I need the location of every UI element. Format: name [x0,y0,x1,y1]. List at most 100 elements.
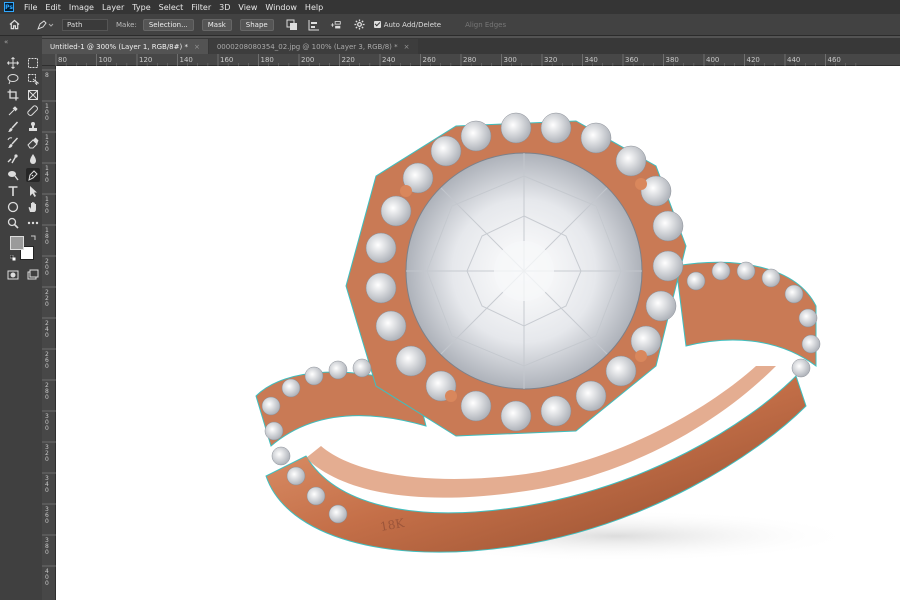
menu-help[interactable]: Help [301,3,327,12]
menu-bar: Ps File Edit Image Layer Type Select Fil… [0,0,900,14]
dodge-tool-icon[interactable] [6,168,20,182]
ruler-tick-label: 260 [45,351,49,370]
quick-mask-icon[interactable] [6,268,20,282]
selection-button[interactable]: Selection... [142,18,194,31]
ruler-tick-label: 320 [544,56,557,64]
eyedropper-tool-icon[interactable] [6,104,20,118]
menu-filter[interactable]: Filter [187,3,215,12]
ruler-tick-label: 80 [58,56,67,64]
hand-tool-icon[interactable] [26,200,40,214]
auto-add-delete-option[interactable]: Auto Add/Delete [373,20,442,29]
object-selection-tool-icon[interactable] [26,72,40,86]
auto-add-delete-checkbox[interactable] [373,21,381,28]
auto-add-delete-label: Auto Add/Delete [383,20,442,29]
menu-3d[interactable]: 3D [215,3,234,12]
menu-image[interactable]: Image [65,3,98,12]
zoom-tool-icon[interactable] [6,216,20,230]
ruler-tick-label: 380 [45,537,49,556]
close-icon[interactable]: × [194,43,200,51]
marquee-tool-icon[interactable] [26,56,40,70]
ruler-tick-label: 8 [45,72,49,79]
mode-select[interactable]: Path [62,18,108,31]
pen-tool-preset-icon[interactable] [36,19,48,31]
crop-tool-icon[interactable] [6,88,20,102]
path-operations-icon[interactable] [286,19,298,31]
options-bar: Path Make: Selection... Mask Shape Auto … [0,14,900,36]
home-icon[interactable] [8,19,20,31]
gradient-tool-icon[interactable] [6,152,20,166]
ruler-tick-label: 440 [787,56,800,64]
color-swatches [8,234,36,264]
horizontal-ruler[interactable]: 80 100 120 140 160 180 200 220 240 260 280 300 320 34… [42,54,900,66]
frame-tool-icon[interactable] [26,88,40,102]
ruler-tick-label: 380 [666,56,679,64]
ruler-tick-label: 160 [220,56,233,64]
pen-tool-icon[interactable] [26,168,40,182]
ruler-tick-label: 180 [45,227,49,246]
screen-mode-icon[interactable] [26,268,40,282]
close-icon[interactable]: × [404,43,410,51]
ruler-v-ticks: 8 1 0 0 1 2 0 1 4 0 1 6 0 1 8 0 2 0 0 2 2 0 2 4 0 2 6 0 2 8 0 3 0 0 3 2 0 3 4 0… [42,69,56,587]
history-brush-tool-icon[interactable] [6,136,20,150]
ruler-tick-label: 220 [45,289,49,308]
foreground-color-swatch[interactable] [10,236,24,250]
healing-brush-tool-icon[interactable] [26,104,40,118]
ruler-h-ticks: 80 100 120 140 160 180 200 220 240 260 280 300 320 34… [55,54,857,66]
ruler-tick-label: 240 [45,320,49,339]
align-edges-option: Align Edges [465,20,507,29]
collapse-panel-icon[interactable]: « [4,38,8,46]
gear-icon[interactable] [354,19,366,31]
tab-ring-jpg[interactable]: 0000208080354_02.jpg @ 100% (Layer 3, RG… [208,39,418,54]
swap-colors-icon[interactable] [30,234,36,240]
path-alignment-icon[interactable] [308,19,320,31]
mask-button[interactable]: Mask [201,18,232,31]
ruler-tick-label: 420 [747,56,760,64]
photoshop-logo: Ps [4,2,14,12]
ruler-tick-label: 340 [585,56,598,64]
ruler-tick-label: 120 [139,56,152,64]
shape-button[interactable]: Shape [239,18,274,31]
ruler-tick-label: 140 [180,56,193,64]
menu-file[interactable]: File [20,3,41,12]
tab-title: 0000208080354_02.jpg @ 100% (Layer 3, RG… [216,42,398,51]
menu-edit[interactable]: Edit [41,3,65,12]
default-colors-icon[interactable] [9,254,16,261]
brush-tool-icon[interactable] [6,120,20,134]
tab-title: Untitled-1 @ 300% (Layer 1, RGB/8#) * [50,42,188,51]
ruler-tick-label: 140 [45,165,49,184]
ring-image: 18K [255,112,856,562]
ruler-tick-label: 180 [261,56,274,64]
menu-window[interactable]: Window [261,3,301,12]
blur-tool-icon[interactable] [26,152,40,166]
ruler-tick-label: 360 [625,56,638,64]
menu-layer[interactable]: Layer [98,3,128,12]
document-canvas[interactable]: 18K [56,66,900,600]
ruler-tick-label: 200 [45,258,49,277]
ruler-tick-label: 320 [45,444,49,463]
ruler-tick-label: 280 [45,382,49,401]
path-arrangement-icon[interactable] [330,19,342,31]
lasso-tool-icon[interactable] [6,72,20,86]
vertical-ruler[interactable]: 8 100 120 140 160 180 200 220 240 260 280 300 320 340… [42,66,56,600]
type-tool-icon[interactable] [6,184,20,198]
document-tabs: Untitled-1 @ 300% (Layer 1, RGB/8#) * × … [42,38,900,54]
clone-stamp-tool-icon[interactable] [26,120,40,134]
ruler-tick-label: 300 [45,413,49,432]
ruler-tick-label: 400 [706,56,719,64]
menu-type[interactable]: Type [128,3,154,12]
ruler-tick-label: 260 [423,56,436,64]
path-selection-tool-icon[interactable] [26,184,40,198]
move-tool-icon[interactable] [6,56,20,70]
tab-untitled-1[interactable]: Untitled-1 @ 300% (Layer 1, RGB/8#) * × [42,39,208,54]
ruler-tick-label: 300 [504,56,517,64]
menu-view[interactable]: View [234,3,261,12]
ruler-tick-label: 200 [301,56,314,64]
more-tools-icon[interactable] [26,216,40,230]
ruler-tick-label: 240 [382,56,395,64]
tools-panel: « [0,36,42,600]
chevron-down-icon[interactable] [48,19,54,31]
menu-select[interactable]: Select [155,3,188,12]
ruler-tick-label: 220 [342,56,355,64]
eraser-tool-icon[interactable] [26,136,40,150]
ellipse-tool-icon[interactable] [6,200,20,214]
